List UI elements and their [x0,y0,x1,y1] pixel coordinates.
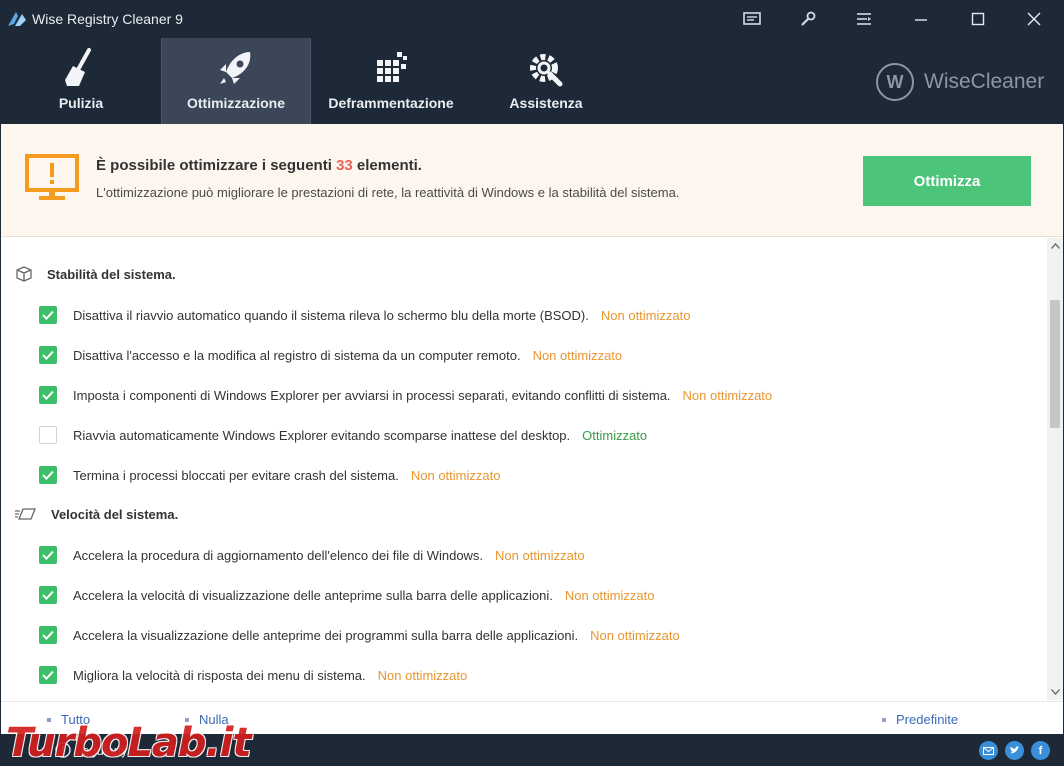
section-header-stability: Stabilità del sistema. [15,264,176,284]
item-text: Disattiva il riavvio automatico quando i… [73,307,589,323]
menu-icon[interactable] [836,0,892,38]
checkbox[interactable] [39,386,57,404]
item-status: Non ottimizzato [590,627,680,643]
checkbox[interactable] [39,306,57,324]
items-count: 33 [336,157,353,174]
tab-label: Deframmentazione [328,95,454,111]
item-text: Imposta i componenti di Windows Explorer… [73,387,671,403]
item-text: Termina i processi bloccati per evitare … [73,467,399,483]
checkbox[interactable] [39,666,57,684]
item-status: Non ottimizzato [564,587,655,603]
rocket-icon [220,52,251,84]
brand-name: WiseCleaner [924,70,1045,93]
banner-title: È possibile ottimizzare i seguenti 33 el… [96,157,422,174]
list-item[interactable]: Riavvia automaticamente Windows Explorer… [39,424,647,446]
checkbox[interactable] [39,466,57,484]
tab-ottimizzazione[interactable]: Ottimizzazione [161,38,311,124]
close-button[interactable] [1006,0,1062,38]
scroll-thumb[interactable] [1050,300,1060,428]
checkbox[interactable] [39,546,57,564]
watermark-logo: TurboLab.it [6,720,252,766]
item-text: Accelera la procedura di aggiornamento d… [73,547,484,563]
list-item[interactable]: Termina i processi bloccati per evitare … [39,464,500,486]
defaults-link[interactable]: Predefinite [882,712,958,727]
list-item[interactable]: Accelera la velocità di visualizzazione … [39,584,654,606]
vertical-scrollbar[interactable] [1047,238,1063,700]
tab-assistenza[interactable]: Assistenza [471,38,621,124]
window-title: Wise Registry Cleaner 9 [32,11,183,27]
twitter-icon[interactable] [1005,741,1024,760]
tab-label: Ottimizzazione [186,95,285,111]
banner-subtitle: L'ottimizzazione può migliorare le prest… [96,185,680,200]
title-bar: Wise Registry Cleaner 9 [0,0,1064,38]
defrag-icon [377,52,407,82]
optimization-list: Stabilità del sistema. Disattiva il riav… [1,238,1047,700]
brand-badge: W [876,63,914,101]
tab-label: Pulizia [58,95,104,111]
item-status: Non ottimizzato [682,387,773,403]
optimize-button[interactable]: Ottimizza [863,156,1031,206]
scroll-down-icon[interactable] [1047,684,1063,700]
checkbox[interactable] [39,626,57,644]
optimization-banner: È possibile ottimizzare i seguenti 33 el… [1,124,1063,237]
tab-pulizia[interactable]: Pulizia [6,38,156,124]
tools-icon[interactable] [780,0,836,38]
item-status: Non ottimizzato [377,667,468,683]
item-status: Non ottimizzato [600,307,691,323]
speed-icon [15,508,36,520]
tab-deframmentazione[interactable]: Deframmentazione [316,38,466,124]
section-header-speed: Velocità del sistema. [15,504,178,524]
facebook-icon[interactable]: f [1031,741,1050,760]
wisecleaner-logo[interactable]: W WiseCleaner [876,63,1045,101]
item-status: Non ottimizzato [532,347,623,363]
tab-label: Assistenza [509,95,583,111]
checkbox[interactable] [39,586,57,604]
list-item[interactable]: Migliora la velocità di risposta dei men… [39,664,467,686]
item-status: Non ottimizzato [495,547,585,563]
broom-icon [65,48,91,86]
item-status: Non ottimizzato [410,467,501,483]
item-text: Accelera la visualizzazione delle antepr… [73,627,579,643]
gear-wrench-icon [530,54,563,87]
cube-icon [16,266,32,282]
monitor-warning-icon [25,154,79,200]
list-item[interactable]: Imposta i componenti di Windows Explorer… [39,384,772,406]
list-item[interactable]: Accelera la procedura di aggiornamento d… [39,544,585,566]
list-item[interactable]: Disattiva il riavvio automatico quando i… [39,304,690,326]
scroll-up-icon[interactable] [1047,238,1063,254]
main-nav: Pulizia Ottimizzazione Deframmentazione … [0,38,1064,124]
list-item[interactable]: Accelera la visualizzazione delle antepr… [39,624,680,646]
item-text: Migliora la velocità di risposta dei men… [73,667,366,683]
checkbox[interactable] [39,426,57,444]
list-item[interactable]: Disattiva l'accesso e la modifica al reg… [39,344,622,366]
item-status: Ottimizzato [582,427,648,443]
item-text: Disattiva l'accesso e la modifica al reg… [73,347,521,363]
email-icon[interactable] [979,741,998,760]
content-panel: È possibile ottimizzare i seguenti 33 el… [1,124,1063,734]
maximize-button[interactable] [950,0,1006,38]
app-logo-icon [8,12,26,26]
item-text: Riavvia automaticamente Windows Explorer… [73,427,571,443]
checkbox[interactable] [39,346,57,364]
minimize-button[interactable] [893,0,949,38]
feedback-icon[interactable] [724,0,780,38]
item-text: Accelera la velocità di visualizzazione … [73,587,553,603]
